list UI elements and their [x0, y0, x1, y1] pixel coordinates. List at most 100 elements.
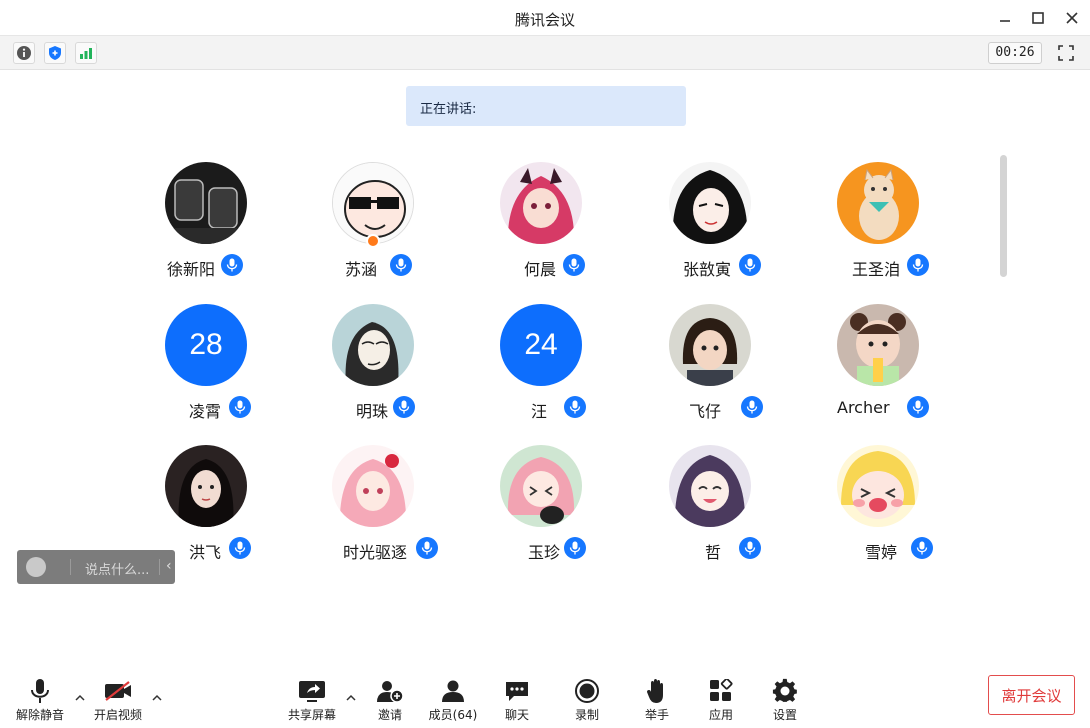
microphone-icon [739, 537, 761, 559]
participant-tile[interactable]: 何晨 [491, 162, 591, 292]
share-screen-label: 共享屏幕 [287, 708, 336, 722]
participant-tile[interactable]: 雪婷 [828, 445, 933, 575]
participant-tile[interactable]: Archer [828, 304, 929, 434]
settings-label: 设置 [772, 708, 797, 722]
participant-tile[interactable]: 时光驱逐 [323, 445, 438, 575]
chevron-left-icon[interactable]: ‹ [166, 558, 172, 574]
apps-button[interactable]: 应用 [691, 678, 751, 724]
participant-name: 时光驱逐 [343, 543, 408, 562]
avatar [165, 162, 247, 244]
meeting-info-button[interactable] [13, 42, 35, 64]
participant-tile[interactable]: 哲 [660, 445, 761, 575]
microphone-icon [390, 254, 412, 276]
close-button[interactable] [1060, 6, 1084, 30]
emoji-icon[interactable] [26, 557, 46, 577]
unmute-button[interactable]: 解除静音 [10, 678, 70, 724]
participant-name: 苏涵 [345, 260, 378, 279]
participant-name: 王圣洎 [852, 260, 901, 279]
chevron-up-icon[interactable] [151, 692, 163, 704]
participant-name: Archer [837, 398, 890, 417]
meeting-info-bar: 00:26 [0, 36, 1090, 70]
members-icon [423, 678, 483, 704]
participant-name: 洪飞 [189, 543, 222, 562]
avatar [165, 445, 247, 527]
record-button[interactable]: 录制 [557, 678, 617, 724]
fullscreen-button[interactable] [1055, 42, 1077, 64]
participant-tile[interactable]: 飞仔 [660, 304, 763, 434]
chevron-up-icon[interactable] [74, 692, 86, 704]
start-video-button[interactable]: 开启视频 [88, 678, 148, 724]
active-speaker-banner: 正在讲话: [406, 86, 686, 126]
avatar [332, 162, 414, 244]
leave-meeting-button[interactable]: 离开会议 [988, 675, 1075, 715]
participant-name: 飞仔 [689, 402, 722, 421]
minimize-button[interactable] [993, 6, 1017, 30]
maximize-icon [1032, 12, 1044, 24]
microphone-icon [907, 396, 929, 418]
gallery-scrollbar[interactable] [1000, 155, 1007, 277]
start-video-label: 开启视频 [93, 708, 142, 722]
host-badge-icon [366, 234, 380, 248]
avatar [500, 162, 582, 244]
participant-name: 玉珍 [528, 543, 561, 562]
meeting-timer: 00:26 [988, 42, 1042, 64]
settings-button[interactable]: 设置 [755, 678, 815, 724]
participant-tile[interactable]: 徐新阳 [156, 162, 256, 292]
window-title: 腾讯会议 [514, 11, 575, 29]
invite-button[interactable]: 邀请 [360, 678, 420, 724]
divider [159, 559, 160, 575]
microphone-icon [564, 537, 586, 559]
participant-tile[interactable]: 王圣洎 [828, 162, 929, 292]
shield-icon [49, 46, 61, 60]
avatar [332, 304, 414, 386]
bottom-toolbar: 解除静音 开启视频 共享屏幕 邀请 成员(64) 聊天 录制 举手 应用 设置 [0, 668, 1090, 728]
quick-chat-bar[interactable]: 说点什么... ‹ [17, 550, 175, 584]
hand-icon [627, 678, 687, 704]
title-bar: 腾讯会议 [0, 0, 1090, 36]
participant-tile[interactable]: 明珠 [323, 304, 423, 434]
participant-name: 雪婷 [865, 543, 898, 562]
participant-name: 张敨寅 [683, 260, 732, 279]
participant-name: 凌霄 [189, 402, 222, 421]
chat-input[interactable]: 说点什么... [85, 559, 149, 578]
invite-user-icon [360, 678, 420, 704]
participant-tile[interactable]: 28 凌霄 [156, 304, 256, 434]
microphone-icon [739, 254, 761, 276]
signal-bars-icon [80, 48, 92, 59]
participant-tile[interactable]: 24 汪 [491, 304, 591, 434]
microphone-icon [741, 396, 763, 418]
chat-button[interactable]: 聊天 [487, 678, 547, 724]
maximize-button[interactable] [1026, 6, 1050, 30]
participant-tile[interactable]: 玉珍 [491, 445, 591, 575]
chat-bubble-icon [487, 678, 547, 704]
chevron-up-icon[interactable] [345, 692, 357, 704]
participant-name: 徐新阳 [167, 260, 216, 279]
microphone-icon [563, 254, 585, 276]
participant-tile[interactable]: 苏涵 [323, 162, 423, 292]
participant-name: 哲 [705, 543, 722, 562]
members-button[interactable]: 成员(64) [423, 678, 483, 724]
microphone-icon [416, 537, 438, 559]
network-status-button[interactable] [75, 42, 97, 64]
avatar-placeholder: 24 [500, 304, 582, 386]
microphone-icon [393, 396, 415, 418]
participant-name: 何晨 [524, 260, 557, 279]
close-icon [1066, 12, 1078, 24]
minimize-icon [1000, 20, 1010, 22]
info-icon [17, 46, 31, 60]
microphone-icon [907, 254, 929, 276]
microphone-icon [10, 678, 70, 704]
avatar [500, 445, 582, 527]
microphone-icon [911, 537, 933, 559]
raise-hand-button[interactable]: 举手 [627, 678, 687, 724]
fullscreen-icon [1058, 45, 1074, 61]
record-icon [557, 678, 617, 704]
avatar [837, 445, 919, 527]
share-screen-button[interactable]: 共享屏幕 [282, 678, 342, 724]
avatar [669, 445, 751, 527]
participant-tile[interactable]: 张敨寅 [660, 162, 761, 292]
security-button[interactable] [44, 42, 66, 64]
avatar [669, 162, 751, 244]
avatar [837, 304, 919, 386]
avatar-placeholder: 28 [165, 304, 247, 386]
